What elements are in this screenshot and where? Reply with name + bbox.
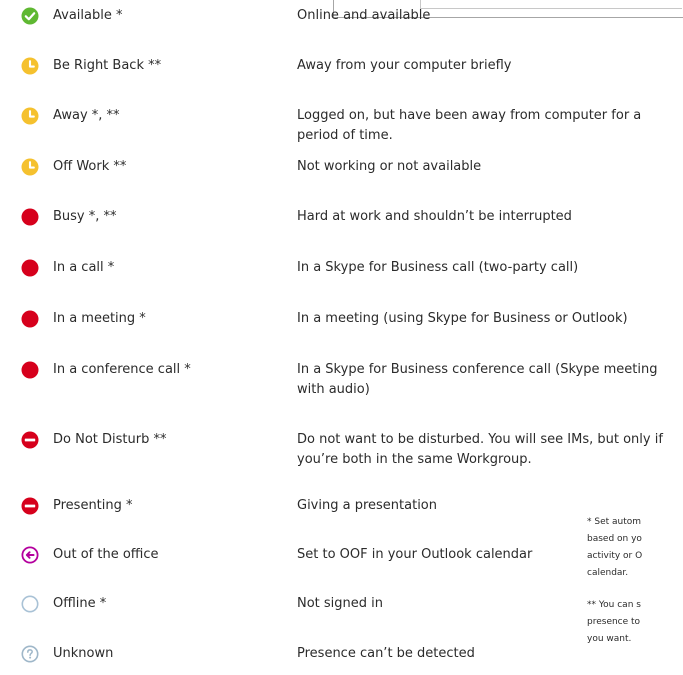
status-description: Logged on, but have been away from compu…: [297, 108, 642, 143]
status-name: Do Not Disturb **: [53, 432, 167, 447]
footnote-line: calendar.: [587, 568, 629, 578]
status-name: Available *: [53, 8, 123, 23]
status-name: Out of the office: [53, 547, 159, 562]
busy-icon: [21, 259, 39, 277]
footnote-line: ** You can s: [587, 600, 641, 610]
status-name: Offline *: [53, 596, 107, 611]
busy-icon: [21, 310, 39, 328]
footnote-line: activity or O: [587, 551, 643, 561]
offline-icon: [21, 595, 39, 613]
presence-status-table: Available * Online and available Be Right …: [0, 0, 683, 675]
footnote-line: presence to: [587, 617, 641, 627]
status-name: Busy *, **: [53, 209, 117, 224]
away-clock-icon: [21, 107, 39, 125]
status-description: Giving a presentation: [297, 498, 437, 513]
do-not-disturb-icon: [21, 431, 39, 449]
unknown-icon: [21, 645, 39, 663]
status-description: Not working or not available: [297, 159, 482, 174]
status-description: Away from your computer briefly: [297, 58, 512, 73]
out-of-office-icon: [21, 546, 39, 564]
busy-icon: [21, 208, 39, 226]
footnote-automatic: * Set autom based on yo activity or O ca…: [587, 514, 683, 582]
status-description: In a meeting (using Skype for Business o…: [297, 311, 628, 326]
footnote-line: you want.: [587, 634, 632, 644]
do-not-disturb-icon: [21, 497, 39, 515]
status-name: Off Work **: [53, 159, 127, 174]
status-name: Presenting *: [53, 498, 133, 513]
status-description: In a Skype for Business conference call …: [297, 362, 658, 397]
away-clock-icon: [21, 57, 39, 75]
footnotes: * Set autom based on yo activity or O ca…: [587, 514, 683, 675]
footnote-manual: ** You can s presence to you want.: [587, 597, 683, 648]
status-name: Be Right Back **: [53, 58, 162, 73]
status-name: Away *, **: [53, 108, 120, 123]
available-icon: [21, 7, 39, 25]
status-name: Unknown: [53, 646, 114, 661]
footnote-line: based on yo: [587, 534, 642, 544]
status-description: Online and available: [297, 8, 431, 23]
away-clock-icon: [21, 158, 39, 176]
status-description: Hard at work and shouldn’t be interrupte…: [297, 209, 572, 224]
busy-icon: [21, 361, 39, 379]
status-description: Do not want to be disturbed. You will se…: [297, 432, 663, 467]
footnote-line: * Set autom: [587, 517, 642, 527]
status-name: In a call *: [53, 260, 115, 275]
status-name: In a conference call *: [53, 362, 191, 377]
status-name: In a meeting *: [53, 311, 146, 326]
status-description: In a Skype for Business call (two-party …: [297, 260, 579, 275]
